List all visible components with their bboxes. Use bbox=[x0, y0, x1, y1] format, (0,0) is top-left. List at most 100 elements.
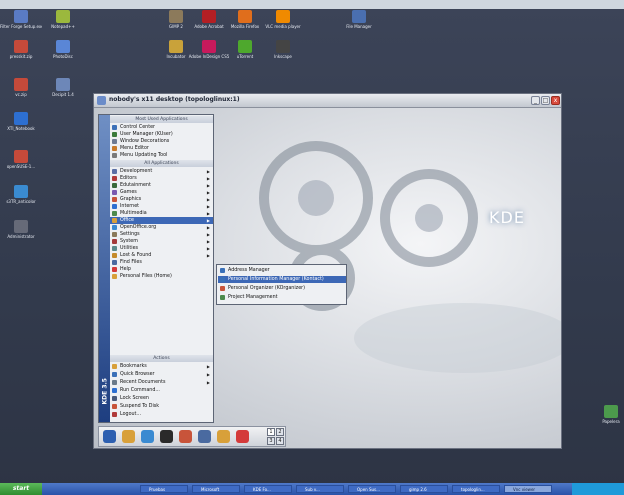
submenu-item[interactable]: Address Manager bbox=[218, 267, 346, 274]
taskbar-window-button[interactable]: Pruebas bbox=[140, 485, 188, 493]
submenu-item-icon bbox=[220, 277, 225, 282]
desktop-shortcut[interactable]: openSUSE-1... bbox=[0, 150, 42, 169]
menu-item-icon bbox=[112, 139, 117, 144]
menu-item[interactable]: Menu Updating Tool bbox=[110, 152, 213, 159]
menu-item[interactable]: Find Files bbox=[110, 259, 213, 266]
submenu-item[interactable]: Project Management bbox=[218, 294, 346, 301]
submenu-arrow-icon: ▶ bbox=[206, 239, 210, 244]
browser-icon[interactable] bbox=[179, 430, 192, 443]
menu-item[interactable]: Suspend To Disk bbox=[110, 403, 213, 410]
menu-item[interactable]: Run Command... bbox=[110, 387, 213, 394]
menu-item[interactable]: Lost & Found ▶ bbox=[110, 252, 213, 259]
office-icon[interactable] bbox=[217, 430, 230, 443]
desktop-shortcut[interactable]: Decipit 1.4 bbox=[42, 78, 84, 97]
menu-item-icon bbox=[112, 190, 117, 195]
terminal-icon[interactable] bbox=[160, 430, 173, 443]
submenu-arrow-icon: ▶ bbox=[206, 176, 210, 181]
menu-item[interactable]: Window Decorations bbox=[110, 138, 213, 145]
menu-item[interactable]: System ▶ bbox=[110, 238, 213, 245]
taskbar-window-button[interactable]: Vnc viewer bbox=[504, 485, 552, 493]
shortcut-label: s3TR_anticolor bbox=[6, 199, 36, 204]
taskbar-window-button[interactable]: topologlin... bbox=[452, 485, 500, 493]
submenu-arrow-icon: ▶ bbox=[206, 253, 210, 258]
menu-item-label: Development bbox=[120, 169, 153, 174]
home-icon[interactable] bbox=[122, 430, 135, 443]
menu-item[interactable]: Personal Files (Home) bbox=[110, 273, 213, 280]
help-icon[interactable] bbox=[236, 430, 249, 443]
menu-item[interactable]: Logout... bbox=[110, 411, 213, 418]
submenu-item[interactable]: Personal Information Manager (Kontact) bbox=[218, 276, 346, 283]
pager-desktop-2[interactable]: 2 bbox=[276, 428, 284, 436]
kmenu-icon[interactable] bbox=[103, 430, 116, 443]
desktop-shortcut[interactable]: Administrator bbox=[0, 220, 42, 239]
taskbar-window-button[interactable]: KDE Fo... bbox=[244, 485, 292, 493]
vnc-viewer-window: nobody's x11 desktop (topologlinux:1) _ … bbox=[93, 93, 562, 449]
taskbar-window-button[interactable]: Open Sus... bbox=[348, 485, 396, 493]
menu-item[interactable]: Quick Browser ▶ bbox=[110, 371, 213, 378]
shortcut-icon bbox=[276, 10, 290, 23]
pager-desktop-4[interactable]: 4 bbox=[276, 437, 284, 445]
desktop-shortcut[interactable]: s3TR_anticolor bbox=[0, 185, 42, 204]
maximize-button[interactable]: □ bbox=[541, 96, 550, 105]
close-button[interactable]: x bbox=[551, 96, 560, 105]
desktop-shortcut[interactable]: Notepad++ bbox=[42, 10, 84, 29]
menu-item-label: OpenOffice.org bbox=[120, 225, 157, 230]
desktop-shortcut[interactable]: Papelera bbox=[590, 405, 624, 424]
submenu-arrow-icon: ▶ bbox=[206, 197, 210, 202]
taskbar-window-button[interactable]: Sub v... bbox=[296, 485, 344, 493]
menu-item[interactable]: User Manager (KUser) bbox=[110, 131, 213, 138]
menu-item[interactable]: Help bbox=[110, 266, 213, 273]
menu-item[interactable]: Games ▶ bbox=[110, 189, 213, 196]
menu-item[interactable]: Utilities ▶ bbox=[110, 245, 213, 252]
desktop-shortcut[interactable]: uTorrent bbox=[224, 40, 266, 59]
menu-item[interactable]: Development ▶ bbox=[110, 168, 213, 175]
menu-item-label: Games bbox=[120, 190, 137, 195]
menu-item[interactable]: Lock Screen bbox=[110, 395, 213, 402]
menu-item[interactable]: Control Center bbox=[110, 124, 213, 131]
menu-item[interactable]: Edutainment ▶ bbox=[110, 182, 213, 189]
desktop-shortcut[interactable]: Inkscape bbox=[262, 40, 304, 59]
vnc-titlebar[interactable]: nobody's x11 desktop (topologlinux:1) _ … bbox=[94, 94, 561, 108]
menu-item[interactable]: Multimedia ▶ bbox=[110, 210, 213, 217]
menu-item-label: Graphics bbox=[120, 197, 142, 202]
menu-item-icon bbox=[112, 267, 117, 272]
desktop-shortcut[interactable]: PhotoDisc bbox=[42, 40, 84, 59]
desktop-shortcut[interactable]: vc.zip bbox=[0, 78, 42, 97]
menu-item[interactable]: Internet ▶ bbox=[110, 203, 213, 210]
menu-item[interactable]: Bookmarks ▶ bbox=[110, 363, 213, 370]
desktop-shortcut[interactable]: File Manager bbox=[338, 10, 380, 29]
shortcut-label: VLC media player bbox=[265, 24, 301, 29]
taskbar-window-button[interactable]: Microsoft bbox=[192, 485, 240, 493]
shortcut-icon bbox=[14, 112, 28, 125]
host-top-strip bbox=[0, 0, 624, 9]
menu-item[interactable]: Graphics ▶ bbox=[110, 196, 213, 203]
taskbar-window-button[interactable]: gimp 2.6 bbox=[400, 485, 448, 493]
desktop-shortcut[interactable]: Filter Forge Setup.exe bbox=[0, 10, 42, 29]
desktop-shortcut[interactable]: presskit.zip bbox=[0, 40, 42, 59]
menu-item[interactable]: Office ▶ bbox=[110, 217, 213, 224]
menu-item[interactable]: Editors ▶ bbox=[110, 175, 213, 182]
menu-item-icon bbox=[112, 364, 117, 369]
submenu-item[interactable]: Personal Organizer (KOrganizer) bbox=[218, 285, 346, 292]
menu-item[interactable]: OpenOffice.org ▶ bbox=[110, 224, 213, 231]
menu-item-icon bbox=[112, 253, 117, 258]
shortcut-icon bbox=[276, 40, 290, 53]
kmail-icon[interactable] bbox=[198, 430, 211, 443]
menu-item[interactable]: Menu Editor bbox=[110, 145, 213, 152]
submenu-item-icon bbox=[220, 295, 225, 300]
konqueror-icon[interactable] bbox=[141, 430, 154, 443]
pager-desktop-3[interactable]: 3 bbox=[267, 437, 275, 445]
shortcut-icon bbox=[238, 40, 252, 53]
menu-item-icon bbox=[112, 412, 117, 417]
menu-item-icon bbox=[112, 153, 117, 158]
menu-item[interactable]: Recent Documents ▶ bbox=[110, 379, 213, 386]
desktop-shortcut[interactable]: XTI_Notebook bbox=[0, 112, 42, 131]
desktop-shortcut[interactable]: Mozilla Firefox bbox=[224, 10, 266, 29]
desktop-shortcut[interactable]: VLC media player bbox=[262, 10, 304, 29]
submenu-arrow-icon: ▶ bbox=[206, 225, 210, 230]
menu-item[interactable]: Settings ▶ bbox=[110, 231, 213, 238]
start-button[interactable]: start bbox=[0, 483, 42, 495]
pager-desktop-1[interactable]: 1 bbox=[267, 428, 275, 436]
minimize-button[interactable]: _ bbox=[531, 96, 540, 105]
k-menu: KDE 3.5 Most Used Applications Control C… bbox=[98, 114, 214, 423]
